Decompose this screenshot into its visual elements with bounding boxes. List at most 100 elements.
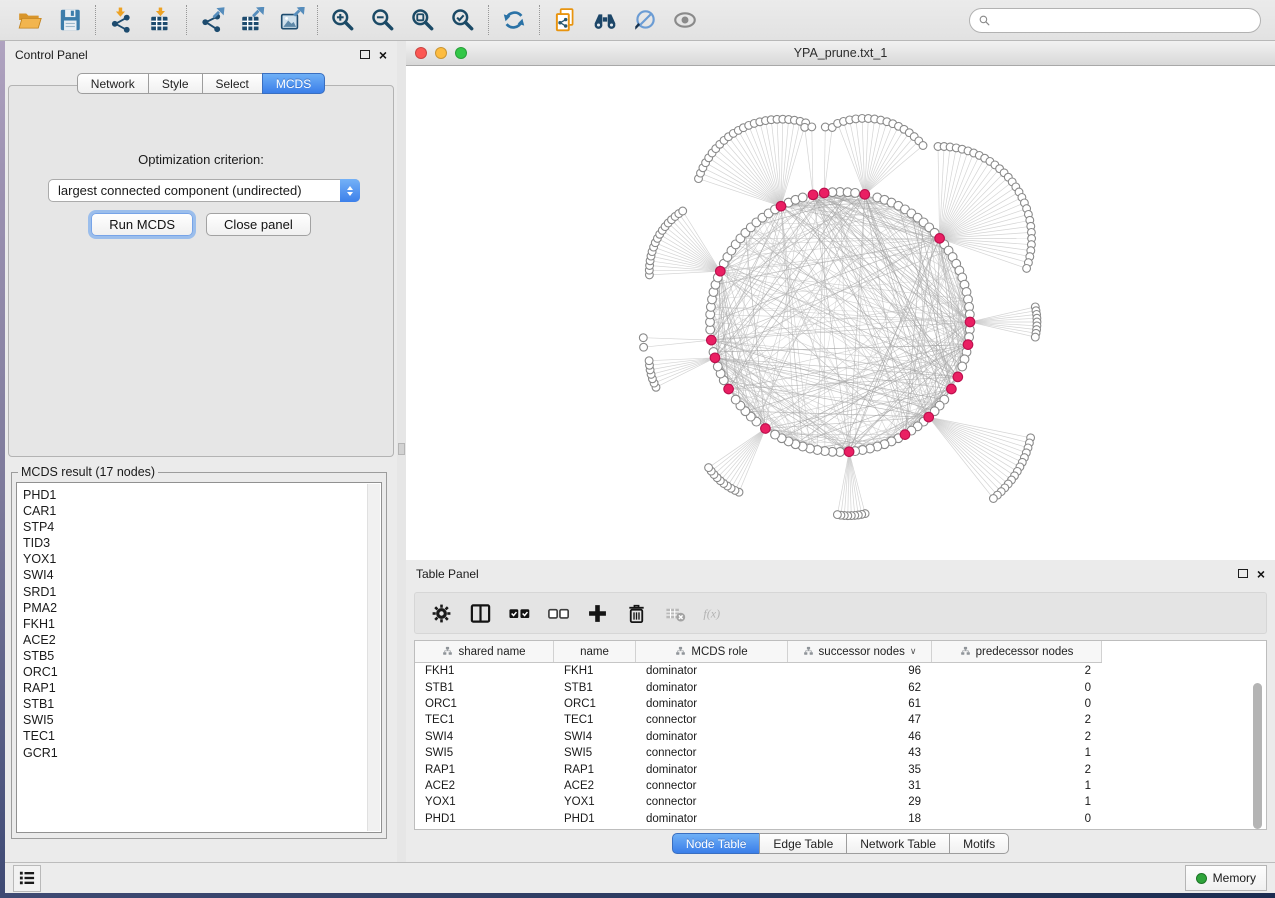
table-row[interactable]: FKH1FKH1dominator962 [415,663,1266,679]
graph-mcds-node[interactable] [710,353,720,363]
list-item[interactable]: PHD1 [23,487,381,503]
tab-style[interactable]: Style [148,73,203,94]
graph-leaf-node[interactable] [990,495,998,503]
tab-node-table[interactable]: Node Table [672,833,761,854]
graph-mcds-node[interactable] [819,188,829,198]
graph-mcds-node[interactable] [844,447,854,457]
zoom-selected-button[interactable] [443,3,483,37]
list-item[interactable]: SRD1 [23,584,381,600]
graph-leaf-node[interactable] [639,334,647,342]
column-header-name[interactable]: name [554,641,636,662]
table-row[interactable]: ACE2ACE2connector311 [415,778,1266,794]
table-row[interactable]: YOX1YOX1connector291 [415,794,1266,810]
tab-network-table[interactable]: Network Table [846,833,950,854]
graph-node[interactable] [771,430,780,439]
mcds-result-list[interactable]: PHD1CAR1STP4TID3YOX1SWI4SRD1PMA2FKH1ACE2… [16,482,382,833]
graph-leaf-node[interactable] [1031,333,1039,341]
list-item[interactable]: GCR1 [23,745,381,761]
tab-network[interactable]: Network [77,73,149,94]
list-item[interactable]: STB1 [23,696,381,712]
graph-leaf-node[interactable] [919,142,927,150]
combo-stepper-icon[interactable] [340,179,360,202]
table-row[interactable]: RAP1RAP1dominator352 [415,761,1266,777]
hide-style-button[interactable] [625,3,665,37]
list-item[interactable]: RAP1 [23,680,381,696]
graph-leaf-node[interactable] [808,123,816,131]
table-row[interactable]: ORC1ORC1dominator610 [415,696,1266,712]
graph-mcds-node[interactable] [947,384,957,394]
delete-row-button[interactable] [624,600,648,626]
list-item[interactable]: SWI5 [23,712,381,728]
zoom-in-button[interactable] [323,3,363,37]
list-item[interactable]: STB5 [23,648,381,664]
graph-node[interactable] [713,362,722,371]
node-table[interactable]: shared namenameMCDS rolesuccessor nodes∨… [414,640,1267,830]
graph-mcds-node[interactable] [716,266,726,276]
list-item[interactable]: CAR1 [23,503,381,519]
criterion-select[interactable]: largest connected component (undirected) [48,179,360,202]
list-item[interactable]: TID3 [23,535,381,551]
search-box[interactable] [969,8,1261,33]
tab-select[interactable]: Select [202,73,263,94]
list-item[interactable]: ORC1 [23,664,381,680]
graph-node[interactable] [958,362,967,371]
network-window-titlebar[interactable]: YPA_prune.txt_1 [406,41,1275,66]
table-row[interactable]: TEC1TEC1connector472 [415,712,1266,728]
graph-mcds-node[interactable] [953,372,963,382]
binoculars-button[interactable] [585,3,625,37]
graph-mcds-node[interactable] [761,424,771,434]
export-network-button[interactable] [192,3,232,37]
save-session-button[interactable] [50,3,90,37]
zoom-fit-button[interactable] [403,3,443,37]
deselect-all-button[interactable] [546,600,570,626]
table-scrollbar[interactable] [1253,683,1262,829]
graph-mcds-node[interactable] [707,335,717,345]
panel-splitter[interactable] [397,41,406,862]
close-panel-icon[interactable]: × [379,50,387,60]
list-item[interactable]: YOX1 [23,551,381,567]
memory-button[interactable]: Memory [1185,865,1267,891]
graph-leaf-node[interactable] [1023,265,1031,273]
table-row[interactable]: PHD1PHD1dominator180 [415,811,1266,827]
graph-node[interactable] [798,193,807,202]
import-network-button[interactable] [101,3,141,37]
network-canvas[interactable] [406,66,1275,560]
column-header-mcds-role[interactable]: MCDS role [636,641,788,662]
graph-leaf-node[interactable] [705,464,713,472]
graph-mcds-node[interactable] [860,190,870,200]
open-file-button[interactable] [10,3,50,37]
tab-edge-table[interactable]: Edge Table [759,833,847,854]
settings-button[interactable] [429,600,453,626]
export-table-button[interactable] [232,3,272,37]
graph-leaf-node[interactable] [640,343,648,351]
graph-leaf-node[interactable] [834,511,842,519]
export-web-button[interactable] [545,3,585,37]
export-image-button[interactable] [272,3,312,37]
graph-node[interactable] [851,189,860,198]
list-item[interactable]: PMA2 [23,600,381,616]
network-graph[interactable] [406,66,1275,560]
graph-node[interactable] [731,395,740,404]
result-list-scrollbar[interactable] [367,484,380,831]
list-item[interactable]: TEC1 [23,728,381,744]
task-history-button[interactable] [13,865,41,892]
table-row[interactable]: SWI5SWI5connector431 [415,745,1266,761]
graph-mcds-node[interactable] [924,412,934,422]
run-mcds-button[interactable]: Run MCDS [91,213,193,236]
graph-mcds-node[interactable] [808,190,818,200]
zoom-out-button[interactable] [363,3,403,37]
float-table-panel-icon[interactable] [1238,569,1248,578]
tab-motifs[interactable]: Motifs [949,833,1009,854]
list-item[interactable]: ACE2 [23,632,381,648]
graph-leaf-node[interactable] [645,357,653,365]
table-row[interactable]: SWI4SWI4dominator462 [415,729,1266,745]
graph-mcds-node[interactable] [935,234,945,244]
import-table-button[interactable] [141,3,181,37]
graph-mcds-node[interactable] [724,384,734,394]
graph-mcds-node[interactable] [965,317,975,327]
split-view-button[interactable] [468,600,492,626]
graph-mcds-node[interactable] [963,340,973,350]
splitter-sash[interactable] [398,443,405,455]
table-row[interactable]: STB1STB1dominator620 [415,679,1266,695]
show-hide-button[interactable] [665,3,705,37]
